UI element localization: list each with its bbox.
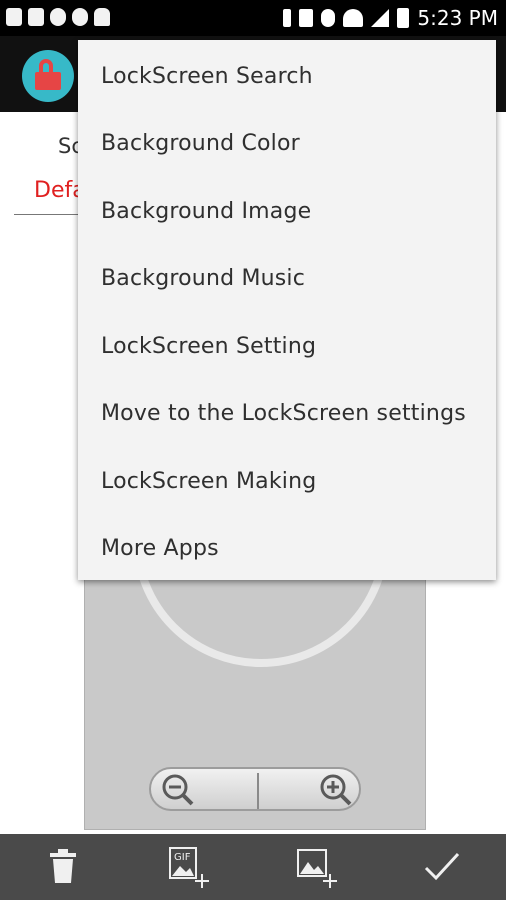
menu-item-lockscreen-setting[interactable]: LockScreen Setting [78, 314, 496, 381]
menu-item-label: LockScreen Making [101, 469, 317, 494]
trash-icon [50, 849, 76, 883]
bottom-toolbar: GIF [0, 834, 506, 900]
menu-item-lockscreen-making[interactable]: LockScreen Making [78, 449, 496, 516]
lock-icon [35, 72, 61, 90]
menu-item-background-color[interactable]: Background Color [78, 111, 496, 178]
add-image-button[interactable] [252, 834, 378, 900]
menu-item-background-image[interactable]: Background Image [78, 179, 496, 246]
android-icon [94, 8, 110, 26]
menu-item-label: Background Image [101, 199, 312, 224]
add-image-icon [297, 849, 337, 888]
content-underline [14, 214, 84, 215]
bluetooth-icon [283, 9, 292, 27]
status-time: 5:23 PM [417, 6, 498, 30]
menu-item-label: Background Music [101, 266, 306, 291]
lockscreen-preview [84, 411, 426, 830]
menu-item-more-apps[interactable]: More Apps [78, 516, 496, 583]
menu-item-background-music[interactable]: Background Music [78, 246, 496, 313]
delete-button[interactable] [0, 834, 126, 900]
app-icon[interactable] [22, 50, 74, 102]
notification-icon [6, 8, 22, 26]
check-icon [424, 852, 460, 881]
menu-item-label: LockScreen Search [101, 64, 313, 89]
menu-item-label: Move to the LockScreen settings [101, 401, 466, 426]
menu-item-move-to-lockscreen-settings[interactable]: Move to the LockScreen settings [78, 381, 496, 448]
menu-item-label: LockScreen Setting [101, 334, 317, 359]
battery-icon [397, 8, 410, 28]
overflow-menu: LockScreen Search Background Color Backg… [78, 40, 496, 580]
confirm-button[interactable] [378, 834, 504, 900]
watch-icon [72, 8, 88, 26]
add-gif-icon: GIF [169, 847, 209, 888]
zoom-control [149, 767, 361, 811]
status-bar: 5:23 PM [0, 0, 506, 36]
signal-icon [371, 9, 390, 27]
menu-item-label: Background Color [101, 131, 300, 156]
vibrate-icon [299, 9, 314, 27]
settings-icon [321, 9, 336, 27]
zoom-in-button[interactable] [259, 769, 363, 809]
chat-icon [50, 8, 66, 26]
add-gif-button[interactable]: GIF [126, 834, 252, 900]
zoom-out-button[interactable] [151, 769, 255, 809]
menu-item-label: More Apps [101, 536, 219, 561]
wifi-icon [343, 9, 364, 27]
zoom-out-icon [162, 774, 194, 806]
zoom-in-icon [320, 774, 352, 806]
menu-item-lockscreen-search[interactable]: LockScreen Search [78, 44, 496, 111]
svg-text:GIF: GIF [174, 852, 191, 863]
gallery-icon [28, 8, 44, 26]
